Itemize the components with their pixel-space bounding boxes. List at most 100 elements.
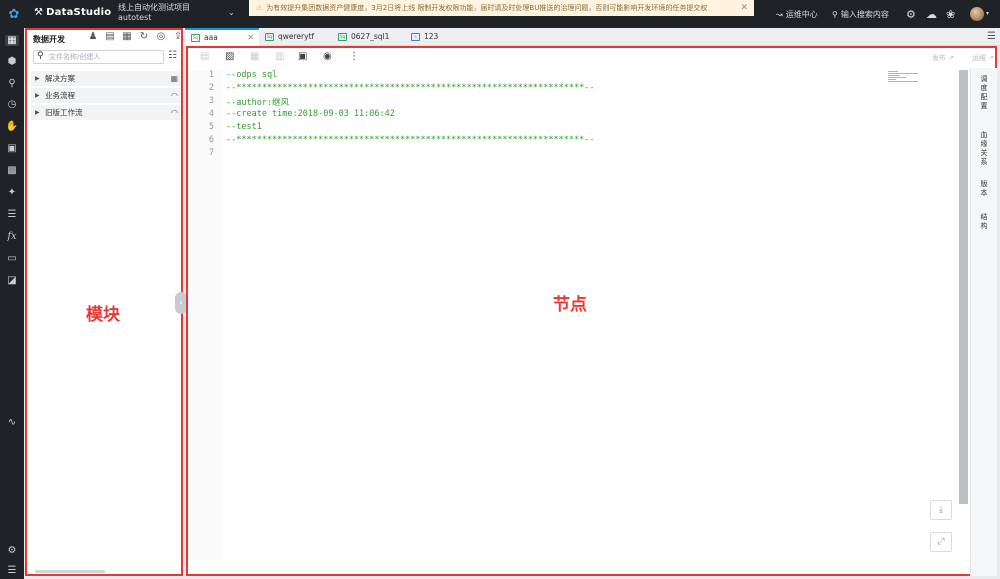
node-annotation: 节点 bbox=[553, 295, 587, 315]
code-line[interactable]: --odps sql bbox=[226, 70, 277, 80]
save-icon[interactable]: ▤ bbox=[200, 51, 209, 62]
fullscreen-button[interactable]: ⤢ bbox=[930, 532, 952, 552]
tab-0627-sql1[interactable]: Sq 0627_sql1 bbox=[332, 28, 405, 46]
side-tab-version[interactable]: 版本 bbox=[971, 180, 997, 198]
module-scrollbar[interactable] bbox=[35, 570, 105, 573]
nav-rail: ▦ ⬢ ⚲ ◷ ✋ ▣ ▩ ✦ ☰ fx ▭ ◪ ∿ ⚙ ☰ bbox=[0, 28, 24, 579]
file-search-box: ⚲ bbox=[33, 50, 164, 64]
wrench-icon[interactable]: ⚙ bbox=[906, 8, 916, 21]
top-bar: ✿ ⚒ DataStudio 线上自动化测试项目 autotest ⌄ ⚠ 为有效提… bbox=[0, 0, 1000, 28]
activity-icon[interactable]: ∿ bbox=[0, 412, 24, 432]
tree-item-label: 业务流程 bbox=[45, 91, 75, 100]
hand-icon[interactable]: ✋ bbox=[0, 116, 24, 136]
link-icon: ↝ bbox=[776, 9, 783, 19]
caret-right-icon[interactable]: ▶ bbox=[35, 105, 40, 120]
editor-toolbar: ▤ ▨ ▦ ▥ ▣ ◉ ⋮ 发布 ↗ bbox=[188, 48, 970, 68]
side-label: 版本 bbox=[980, 180, 988, 197]
tab-qwererytf[interactable]: Sq qwererytf bbox=[259, 28, 332, 46]
data-dev-icon[interactable]: ▦ bbox=[0, 30, 24, 50]
trash-icon[interactable]: ◪ bbox=[0, 270, 24, 290]
chevron-down-icon[interactable]: ⌄ bbox=[228, 8, 235, 17]
notice-text: 为有效提升集团数据资产健康度，3月2日将上线 限制开发权限功能，届时请及时处理B… bbox=[266, 4, 708, 12]
project-selector[interactable]: 线上自动化测试项目 autotest bbox=[118, 3, 190, 23]
app-name[interactable]: ⚒ DataStudio bbox=[34, 7, 111, 18]
code-line[interactable]: --create time:2018-09-03 11:06:42 bbox=[226, 109, 395, 119]
sql-icon: Sq bbox=[338, 33, 347, 41]
line-number: 3 bbox=[208, 96, 214, 106]
table-icon[interactable]: ▩ bbox=[0, 160, 24, 180]
code-minimap[interactable] bbox=[886, 70, 958, 560]
bug-icon[interactable]: ❀ bbox=[946, 8, 955, 21]
upload-icon[interactable]: ▥ bbox=[275, 51, 284, 62]
dataworks-logo-icon[interactable]: ✿ bbox=[0, 0, 28, 28]
side-tab-schedule-config[interactable]: 调度配置 bbox=[971, 75, 997, 111]
avatar[interactable] bbox=[970, 7, 984, 21]
right-side-panel: 调度配置 血缘关系 版本 结构 bbox=[970, 68, 997, 576]
side-tab-lineage[interactable]: 血缘关系 bbox=[971, 131, 997, 167]
publish-link[interactable]: 发布 ↗ bbox=[932, 53, 954, 63]
caret-right-icon[interactable]: ▶ bbox=[35, 88, 40, 103]
file-list-icon[interactable]: ▤ bbox=[104, 31, 116, 42]
tree-item-business-flow[interactable]: ▶ 业务流程 ◠ bbox=[31, 88, 181, 103]
close-icon[interactable]: ✕ bbox=[247, 30, 254, 45]
cloud-download-icon[interactable]: ☁ bbox=[926, 8, 937, 21]
tree-item-label: 旧版工作流 bbox=[45, 108, 83, 117]
clock-icon[interactable]: ◷ bbox=[0, 94, 24, 114]
editor-scrollbar[interactable] bbox=[959, 70, 968, 504]
module-toolbar: ♟ ▤ ▦ ↻ ◎ ⇪ bbox=[87, 31, 184, 42]
ops-link[interactable]: 运维 ↗ bbox=[972, 53, 994, 63]
grid-icon[interactable]: ▦ bbox=[170, 71, 178, 86]
line-number: 4 bbox=[208, 109, 214, 119]
workflow-icon: ∿ bbox=[411, 33, 420, 41]
function-icon[interactable]: fx bbox=[0, 226, 24, 246]
steal-lock-icon[interactable]: ▨ bbox=[225, 51, 234, 62]
side-tab-structure[interactable]: 结构 bbox=[971, 213, 997, 231]
tree-item-legacy-workflow[interactable]: ▶ 旧版工作流 ◠ bbox=[31, 105, 181, 120]
terminal-icon[interactable]: ▭ bbox=[0, 248, 24, 268]
tab-aaa[interactable]: Sq aaa ✕ bbox=[185, 28, 259, 46]
line-number: 1 bbox=[208, 70, 214, 80]
tree-item-solutions[interactable]: ▶ 解决方案 ▦ bbox=[31, 71, 181, 86]
code-line[interactable]: --author:继风 bbox=[226, 96, 289, 108]
caret-right-icon[interactable]: ▶ bbox=[35, 71, 40, 86]
side-label: 血缘关系 bbox=[980, 131, 988, 166]
code-line[interactable]: --**************************************… bbox=[226, 83, 594, 93]
line-number: 5 bbox=[208, 122, 214, 132]
lock-icon[interactable]: ▣ bbox=[298, 51, 307, 62]
list-icon[interactable]: ☰ bbox=[0, 204, 24, 224]
project-sub: autotest bbox=[118, 13, 152, 22]
run-icon[interactable]: ◉ bbox=[323, 51, 332, 62]
puzzle-icon[interactable]: ✦ bbox=[0, 182, 24, 202]
module-panel: 数据开发 ♟ ▤ ▦ ↻ ◎ ⇪ ⚲ ☷ ▶ 解决方案 ▦ ▶ 业务流程 ◠ ▶… bbox=[25, 28, 183, 576]
avatar-chevron-icon[interactable]: ▾ bbox=[986, 10, 989, 17]
search-icon[interactable]: ⚲ bbox=[0, 73, 24, 93]
submit-icon[interactable]: ▦ bbox=[250, 51, 259, 62]
editor-tabs: Sq aaa ✕ Sq qwererytf Sq 0627_sql1 ∿ 123 bbox=[185, 28, 1000, 46]
node-editor: ▤ ▨ ▦ ▥ ▣ ◉ ⋮ 发布 ↗ 运维 ↗ 1 2 3 4 5 6 7 --… bbox=[186, 46, 997, 576]
import-icon[interactable]: ⇪ bbox=[172, 31, 184, 42]
locate-icon[interactable]: ◎ bbox=[155, 31, 167, 42]
sql-icon: Sq bbox=[191, 34, 200, 42]
scroll-top-button[interactable]: ⤓ bbox=[930, 500, 952, 520]
code-line[interactable]: --**************************************… bbox=[226, 135, 594, 145]
tab-123[interactable]: ∿ 123 bbox=[405, 28, 475, 46]
briefcase-icon[interactable]: ▣ bbox=[0, 138, 24, 158]
tools-icon: ⚒ bbox=[34, 7, 44, 18]
file-search-input[interactable] bbox=[49, 52, 161, 62]
menu-icon[interactable]: ☰ bbox=[0, 560, 24, 579]
search-icon: ⚲ bbox=[37, 51, 44, 61]
new-file-icon[interactable]: ▦ bbox=[121, 31, 133, 42]
user-filter-icon[interactable]: ♟ bbox=[87, 31, 99, 42]
tree-item-label: 解决方案 bbox=[45, 74, 75, 83]
settings-icon[interactable]: ⚙ bbox=[0, 540, 24, 560]
sql-icon: Sq bbox=[265, 33, 274, 41]
cube-icon[interactable]: ⬢ bbox=[0, 51, 24, 71]
close-icon[interactable]: ✕ bbox=[740, 0, 748, 16]
refresh-icon[interactable]: ↻ bbox=[138, 31, 150, 42]
tabs-menu-icon[interactable]: ☰ bbox=[987, 31, 996, 42]
more-icon[interactable]: ⋮ bbox=[349, 51, 359, 62]
code-line[interactable]: --test1 bbox=[226, 122, 262, 132]
ops-center-link[interactable]: ↝ 运维中心 bbox=[776, 0, 818, 28]
filter-icon[interactable]: ☷ bbox=[168, 50, 177, 61]
global-search[interactable]: ⚲ 输入搜索内容 bbox=[832, 0, 889, 28]
